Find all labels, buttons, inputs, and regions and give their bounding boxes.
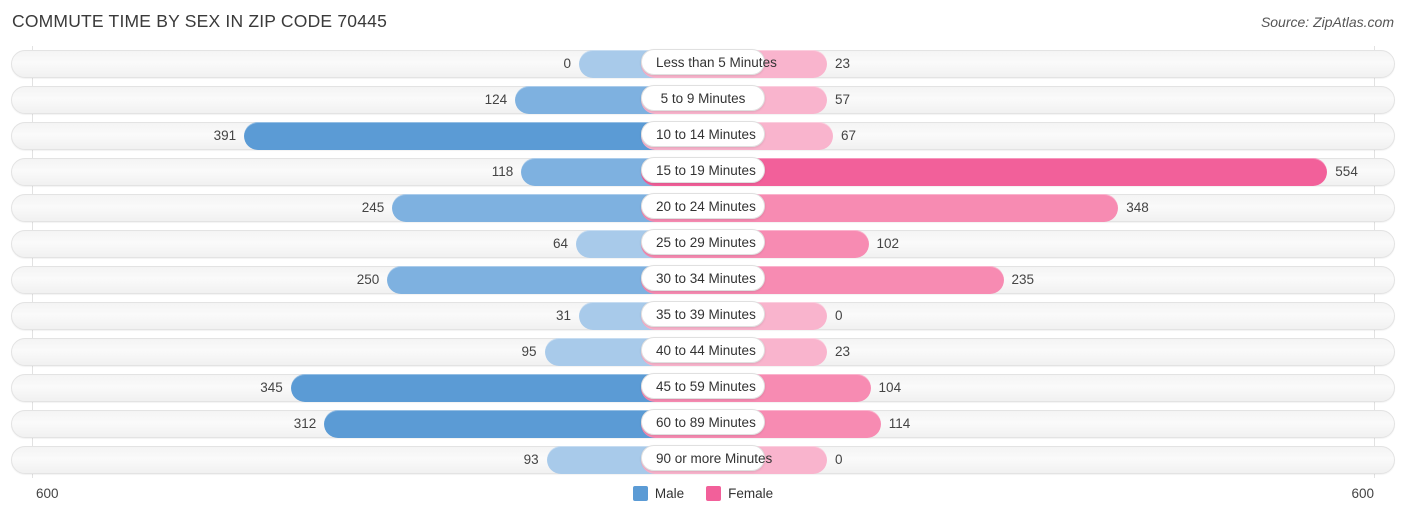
chart-legend: Male Female <box>0 486 1406 501</box>
table-row: 250 235 30 to 34 Minutes <box>0 262 1406 298</box>
female-value-label: 0 <box>835 452 843 467</box>
male-value-label: 95 <box>521 344 537 359</box>
category-label-pill: 15 to 19 Minutes <box>641 157 765 183</box>
female-value-label: 114 <box>888 416 911 431</box>
table-row: 124 57 5 to 9 Minutes <box>0 82 1406 118</box>
source-attribution: Source: ZipAtlas.com <box>1260 14 1394 30</box>
table-row: 31 0 35 to 39 Minutes <box>0 298 1406 334</box>
chart-body: 0 23 Less than 5 Minutes 124 57 5 to 9 Minute… <box>0 46 1406 478</box>
table-row: 245 348 20 to 24 Minutes <box>0 190 1406 226</box>
category-label-pill: 40 to 44 Minutes <box>641 337 765 363</box>
category-label-pill: 10 to 14 Minutes <box>641 121 765 147</box>
male-value-label: 312 <box>293 416 317 431</box>
table-row: 95 23 40 to 44 Minutes <box>0 334 1406 370</box>
table-row: 64 102 25 to 29 Minutes <box>0 226 1406 262</box>
female-value-label: 348 <box>1126 200 1149 215</box>
category-label-pill: 60 to 89 Minutes <box>641 409 765 435</box>
legend-swatch-icon <box>706 486 722 501</box>
male-value-label: 345 <box>260 380 283 395</box>
legend-label: Male <box>654 486 685 501</box>
female-value-label: 235 <box>1011 272 1035 287</box>
female-value-label: 23 <box>835 56 851 71</box>
table-row: 93 0 90 or more Minutes <box>0 442 1406 478</box>
male-value-label: 64 <box>553 236 569 251</box>
category-label-pill: 20 to 24 Minutes <box>641 193 765 219</box>
category-label-pill: 5 to 9 Minutes <box>641 85 765 111</box>
female-value-label: 0 <box>835 308 843 323</box>
table-row: 345 104 45 to 59 Minutes <box>0 370 1406 406</box>
female-value-label: 554 <box>1335 164 1358 179</box>
category-label-pill: 25 to 29 Minutes <box>641 229 765 255</box>
male-value-label: 124 <box>484 92 508 107</box>
male-value-label: 118 <box>491 164 514 179</box>
male-bar[interactable] <box>244 122 703 150</box>
page-title: COMMUTE TIME BY SEX IN ZIP CODE 70445 <box>12 11 388 31</box>
male-value-label: 391 <box>213 128 237 143</box>
female-value-label: 102 <box>876 236 900 251</box>
table-row: 312 114 60 to 89 Minutes <box>0 406 1406 442</box>
chart-header: COMMUTE TIME BY SEX IN ZIP CODE 70445 So… <box>0 0 1406 46</box>
female-value-label: 57 <box>835 92 851 107</box>
category-label-pill: 35 to 39 Minutes <box>641 301 765 327</box>
table-row: 0 23 Less than 5 Minutes <box>0 46 1406 82</box>
category-label-pill: 45 to 59 Minutes <box>641 373 765 399</box>
category-label-pill: Less than 5 Minutes <box>641 49 777 75</box>
female-value-label: 23 <box>835 344 851 359</box>
chart-footer: 600 600 Male Female <box>0 478 1406 523</box>
category-label-pill: 30 to 34 Minutes <box>641 265 765 291</box>
legend-item[interactable]: Male <box>632 486 685 501</box>
legend-label: Female <box>728 486 774 501</box>
table-row: 118 554 15 to 19 Minutes <box>0 154 1406 190</box>
male-value-label: 93 <box>523 452 539 467</box>
male-value-label: 31 <box>555 308 571 323</box>
male-value-label: 0 <box>563 56 571 71</box>
table-row: 391 67 10 to 14 Minutes <box>0 118 1406 154</box>
legend-swatch-icon <box>632 486 648 501</box>
legend-item[interactable]: Female <box>706 486 773 501</box>
male-value-label: 245 <box>361 200 385 215</box>
male-value-label: 250 <box>356 272 380 287</box>
bar-rows-container: 0 23 Less than 5 Minutes 124 57 5 to 9 Minute… <box>0 46 1406 478</box>
female-value-label: 104 <box>878 380 902 395</box>
female-value-label: 67 <box>841 128 857 143</box>
category-label-pill: 90 or more Minutes <box>641 445 772 471</box>
